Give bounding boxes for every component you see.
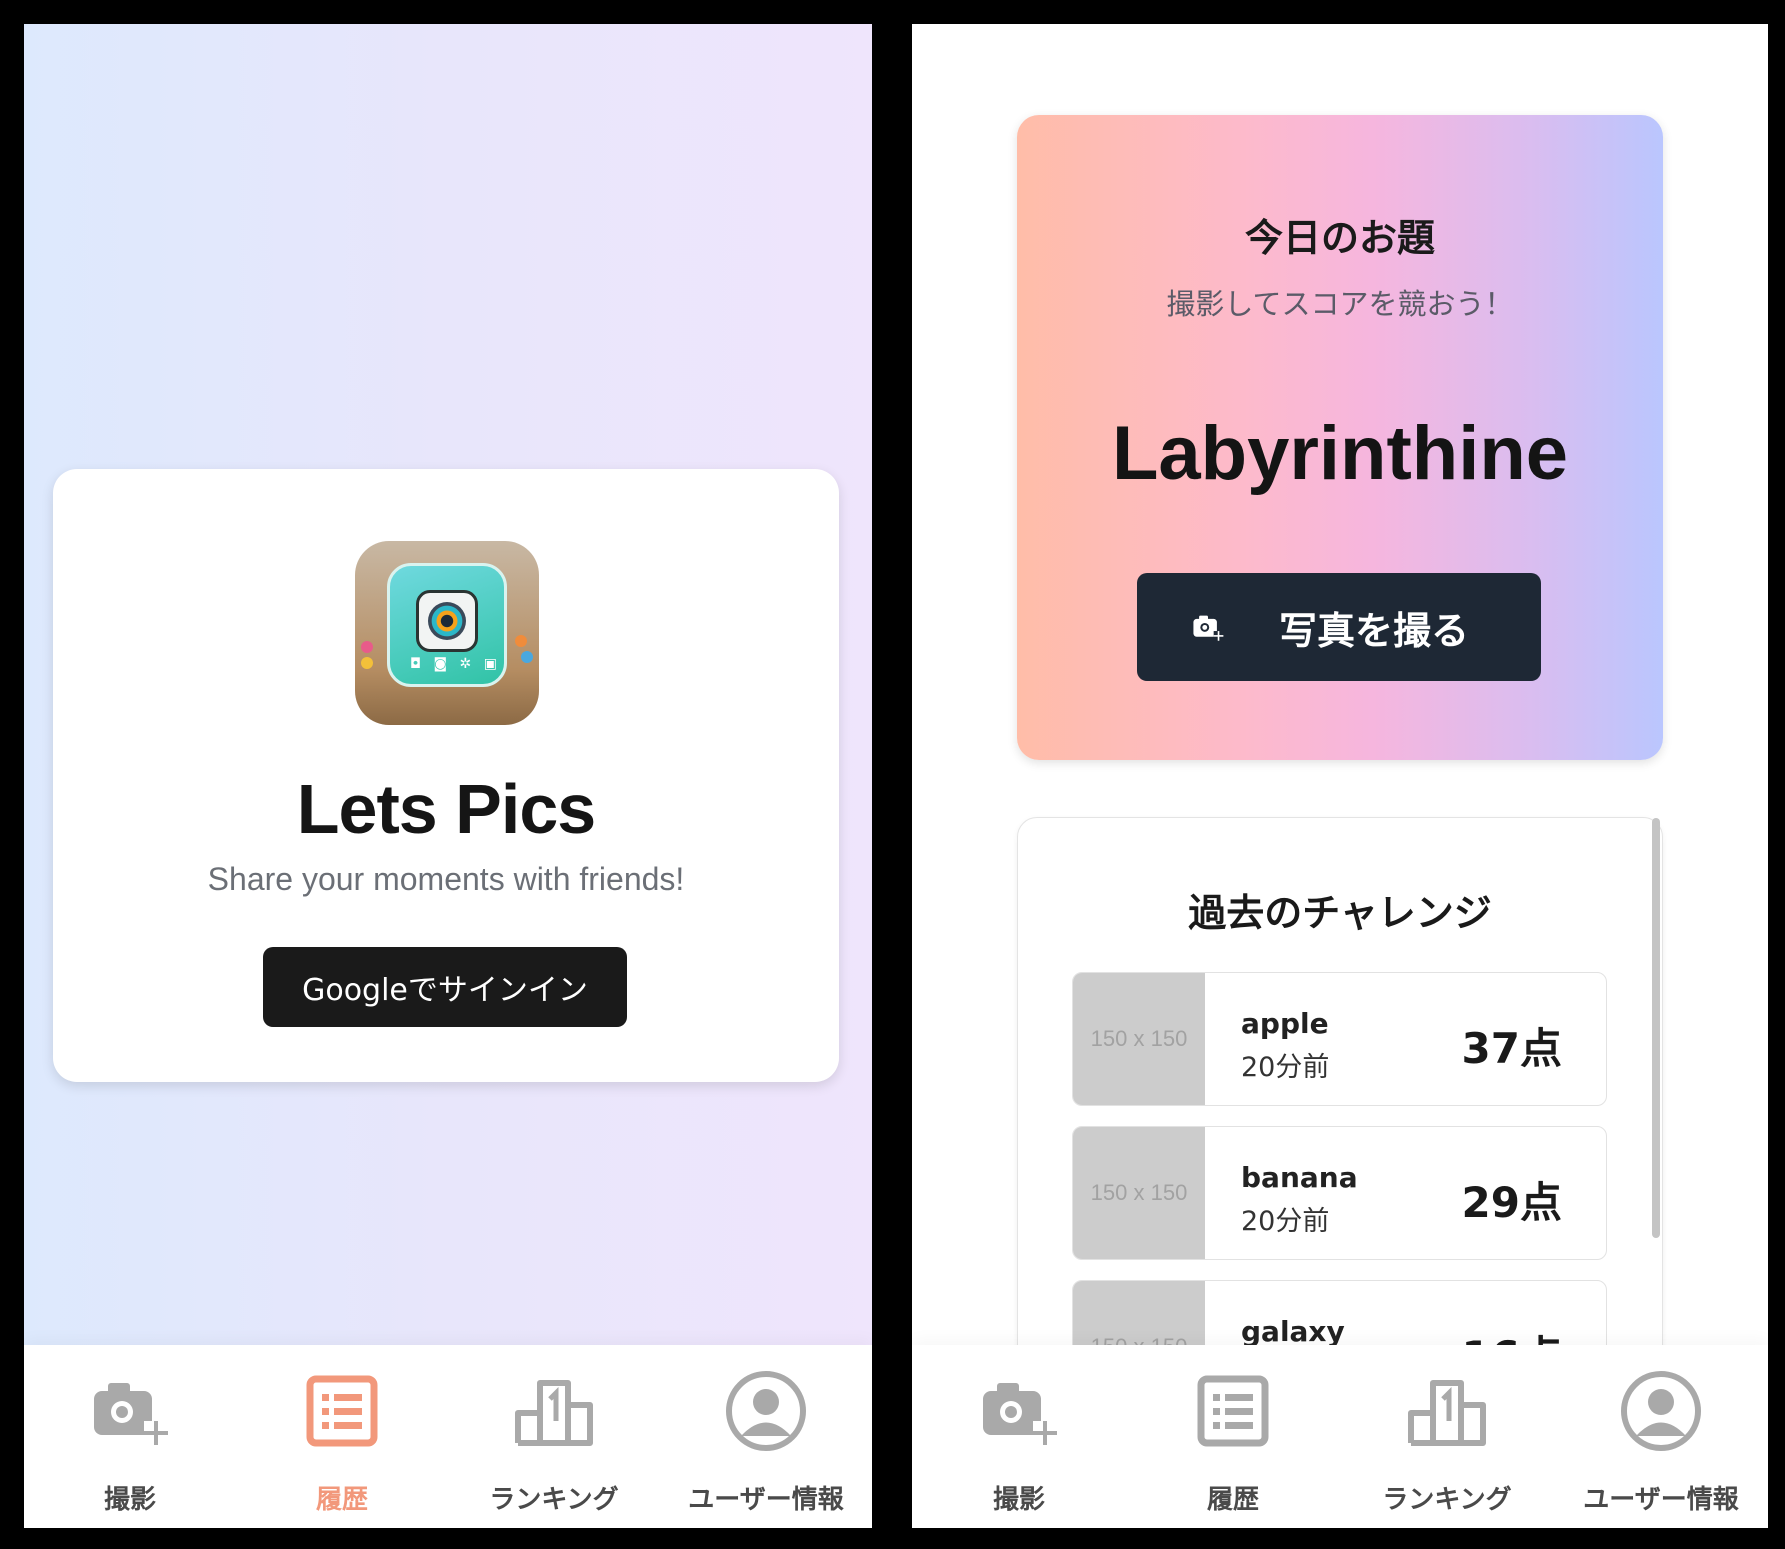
login-card: ◘ ◙ ✲ ▣ Lets Pics Share your moments wit… [53,469,839,1082]
take-photo-button[interactable]: 写真を撮る [1137,573,1541,681]
thumbnail-placeholder: 150 x 150 [1073,973,1205,1105]
bottom-nav: 撮影 履歴 ランキング ユーザー情報 [24,1345,872,1528]
list-item[interactable]: 150 x 150 apple 20分前 37点 [1072,972,1607,1106]
topic-word: Labyrinthine [1111,411,1569,496]
list-item[interactable]: 150 x 150 banana 20分前 29点 [1072,1126,1607,1260]
app-logo: ◘ ◙ ✲ ▣ [355,541,539,725]
app-tagline: Share your moments with friends! [207,861,685,897]
take-photo-label: 写真を撮る [1279,610,1470,653]
challenge-name: banana [1241,1161,1358,1194]
camera-plus-icon [94,1383,168,1445]
challenge-name: galaxy [1241,1315,1345,1348]
challenge-time: 20分前 [1241,1052,1330,1083]
nav-item-ranking[interactable]: ランキング [1340,1345,1554,1528]
login-screen: ◘ ◙ ✲ ▣ Lets Pics Share your moments wit… [24,24,872,1528]
list-icon [1197,1375,1269,1447]
bottom-nav: 撮影 履歴 ランキング ユーザー情報 [912,1345,1768,1528]
user-circle-icon [726,1371,806,1451]
camera-plus-icon [983,1383,1057,1445]
nav-label-history: 履歴 [315,1485,368,1515]
list-icon [306,1375,378,1447]
scrollbar[interactable] [1652,818,1660,1238]
challenge-name: apple [1241,1007,1329,1040]
thumbnail-placeholder: 150 x 150 [1073,1127,1205,1259]
nav-label-capture: 撮影 [992,1485,1045,1515]
nav-item-capture[interactable]: 撮影 [912,1345,1126,1528]
user-circle-icon [1621,1371,1701,1451]
app-title: Lets Pics [296,770,596,848]
past-challenges-heading: 過去のチャレンジ [1188,891,1492,935]
nav-label-user: ユーザー情報 [1583,1485,1739,1515]
nav-item-user[interactable]: ユーザー情報 [660,1345,872,1528]
nav-item-history[interactable]: 履歴 [1126,1345,1340,1528]
topic-subheading: 撮影してスコアを競おう！ [1166,287,1514,321]
nav-item-user[interactable]: ユーザー情報 [1554,1345,1768,1528]
daily-topic-card: 今日のお題 撮影してスコアを競おう！ Labyrinthine 写真を撮る [1017,115,1663,760]
nav-item-ranking[interactable]: ランキング [448,1345,660,1528]
challenge-score: 29点 [1461,1178,1562,1227]
nav-label-capture: 撮影 [103,1485,156,1515]
nav-item-capture[interactable]: 撮影 [24,1345,236,1528]
google-signin-button[interactable]: Googleでサインイン [263,947,627,1027]
nav-item-history[interactable]: 履歴 [236,1345,448,1528]
camera-plus-icon [1193,615,1224,641]
nav-label-ranking: ランキング [1382,1485,1512,1515]
nav-label-user: ユーザー情報 [688,1485,844,1515]
nav-label-ranking: ランキング [489,1485,619,1515]
home-screen: 今日のお題 撮影してスコアを競おう！ Labyrinthine 写真を撮る 過去… [912,24,1768,1528]
podium-icon [515,1380,593,1446]
podium-icon [1408,1380,1486,1446]
nav-label-history: 履歴 [1206,1485,1259,1515]
topic-heading: 今日のお題 [1244,216,1435,260]
challenge-time: 20分前 [1241,1206,1330,1237]
challenge-score: 37点 [1461,1024,1562,1073]
